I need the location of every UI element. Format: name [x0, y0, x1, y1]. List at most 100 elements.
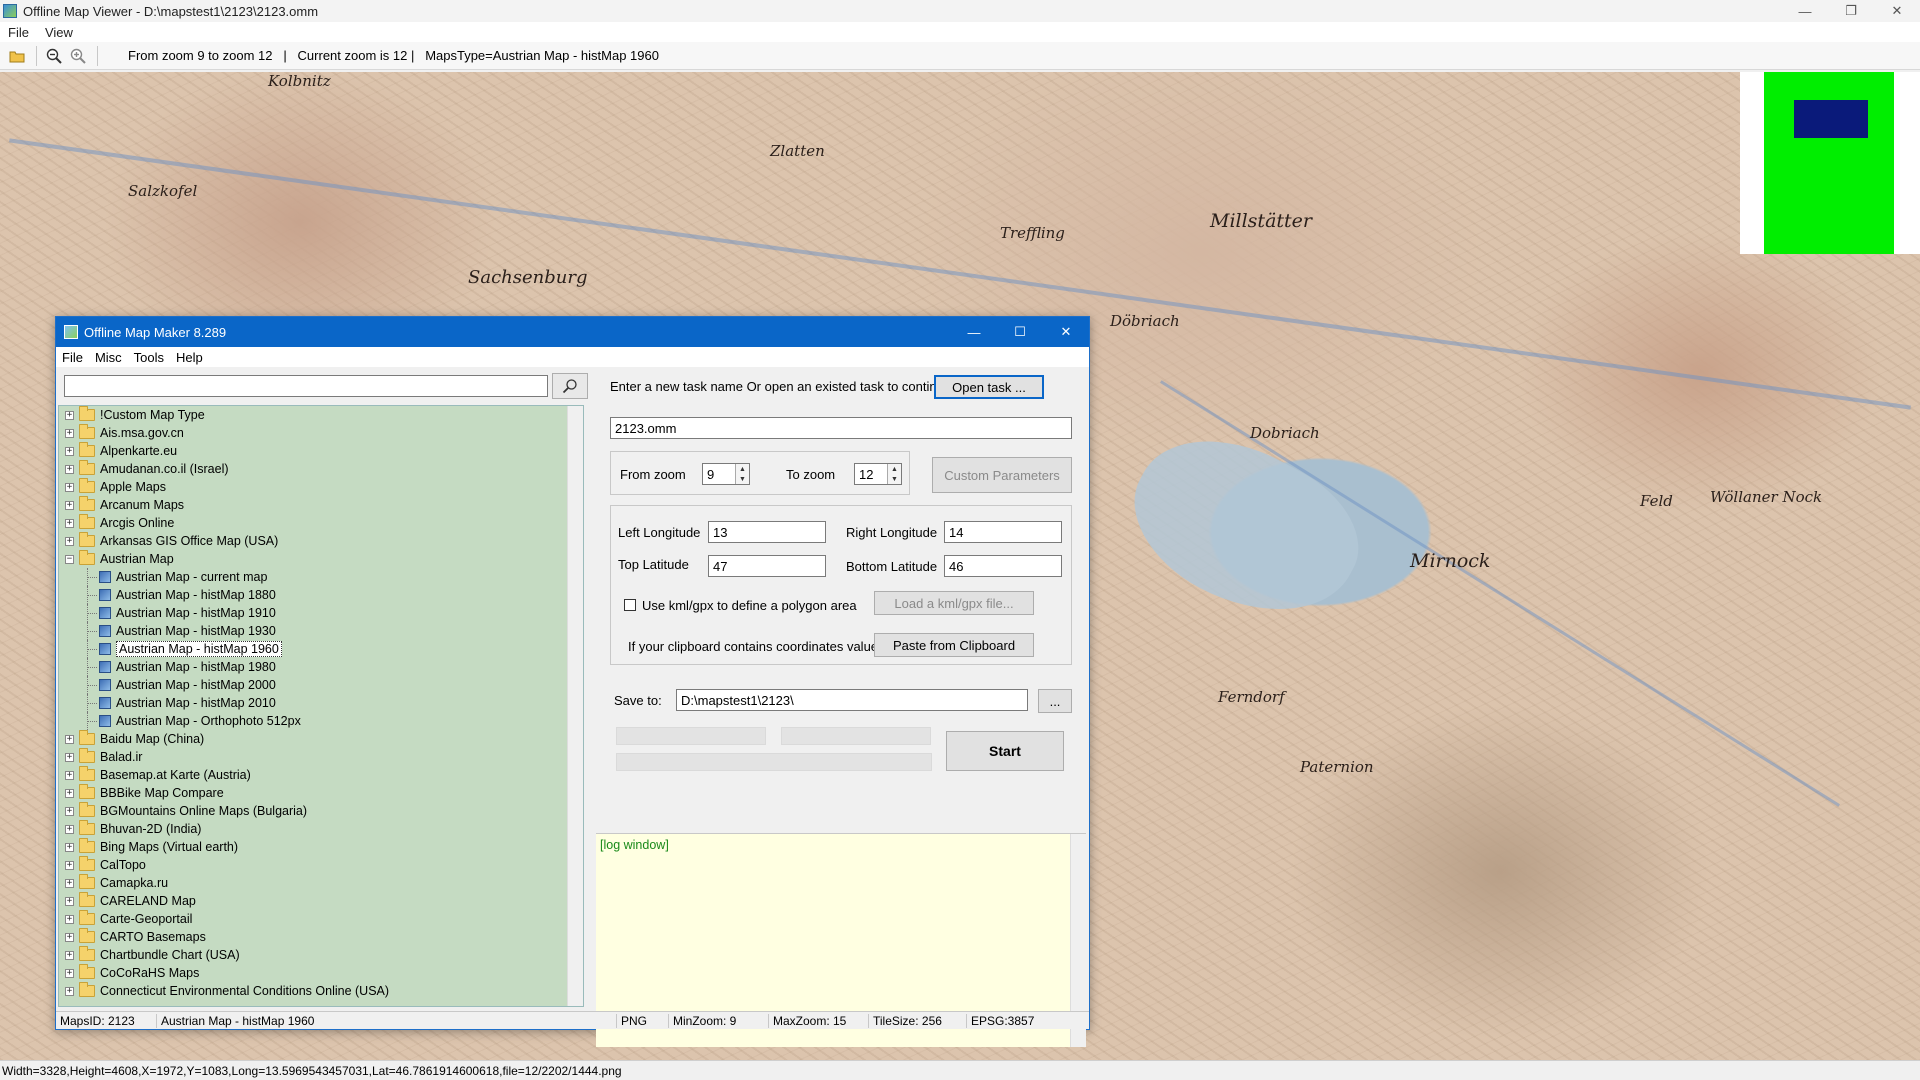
from-zoom-stepper[interactable]: 9 ▲ ▼ — [702, 463, 750, 485]
tree-folder-item[interactable]: + Bing Maps (Virtual earth) — [59, 838, 583, 856]
zoom-out-icon[interactable] — [43, 45, 65, 67]
tree-map-item[interactable]: Austrian Map - current map — [59, 568, 583, 586]
task-name-input[interactable]: 2123.omm — [610, 417, 1072, 439]
tree-folder-item[interactable]: + Arcgis Online — [59, 514, 583, 532]
expand-icon[interactable]: + — [65, 500, 74, 510]
tree-map-item[interactable]: Austrian Map - histMap 2010 — [59, 694, 583, 712]
browse-button[interactable]: ... — [1038, 689, 1072, 713]
menu-file[interactable]: File — [62, 350, 83, 365]
expand-icon[interactable]: + — [65, 986, 74, 996]
tree-scrollbar[interactable] — [567, 406, 583, 1006]
overview-minimap[interactable] — [1740, 72, 1920, 254]
menu-view[interactable]: View — [45, 25, 73, 40]
tree-folder-item[interactable]: + Amudanan.co.il (Israel) — [59, 460, 583, 478]
search-input[interactable] — [64, 375, 548, 397]
expand-icon[interactable]: + — [65, 446, 74, 456]
tree-map-item[interactable]: Austrian Map - histMap 2000 — [59, 676, 583, 694]
expand-icon[interactable]: + — [65, 464, 74, 474]
tree-folder-item[interactable]: + Alpenkarte.eu — [59, 442, 583, 460]
tree-folder-item[interactable]: + Balad.ir — [59, 748, 583, 766]
close-icon[interactable]: ✕ — [1874, 0, 1920, 22]
expand-icon[interactable]: + — [65, 482, 74, 492]
map-type-tree[interactable]: + !Custom Map Type + Ais.msa.gov.cn + Alpenka… — [58, 405, 584, 1007]
menu-help[interactable]: Help — [176, 350, 203, 365]
tree-folder-item[interactable]: + CoCoRaHS Maps — [59, 964, 583, 982]
tree-map-item[interactable]: Austrian Map - histMap 1930 — [59, 622, 583, 640]
start-button[interactable]: Start — [946, 731, 1064, 771]
tree-map-item[interactable]: Austrian Map - histMap 1910 — [59, 604, 583, 622]
maximize-icon[interactable]: ☐ — [997, 317, 1043, 347]
expand-icon[interactable]: + — [65, 968, 74, 978]
tree-map-item[interactable]: Austrian Map - Orthophoto 512px — [59, 712, 583, 730]
menu-file[interactable]: File — [8, 25, 29, 40]
menu-misc[interactable]: Misc — [95, 350, 122, 365]
minimize-icon[interactable]: — — [951, 317, 997, 347]
tree-folder-item[interactable]: − Austrian Map — [59, 550, 583, 568]
save-path-input[interactable]: D:\mapstest1\2123\ — [676, 689, 1028, 711]
tree-folder-item[interactable]: + BGMountains Online Maps (Bulgaria) — [59, 802, 583, 820]
tree-folder-item[interactable]: + Baidu Map (China) — [59, 730, 583, 748]
tree-map-item[interactable]: Austrian Map - histMap 1880 — [59, 586, 583, 604]
expand-icon[interactable]: + — [65, 860, 74, 870]
tree-folder-item[interactable]: + CARTO Basemaps — [59, 928, 583, 946]
overview-viewport[interactable] — [1794, 100, 1868, 138]
expand-icon[interactable]: + — [65, 824, 74, 834]
expand-icon[interactable]: + — [65, 932, 74, 942]
search-button[interactable] — [552, 373, 588, 399]
tree-folder-item[interactable]: + CalTopo — [59, 856, 583, 874]
left-longitude-input[interactable]: 13 — [708, 521, 826, 543]
collapse-icon[interactable]: − — [65, 554, 74, 564]
tree-folder-item[interactable]: + Arkansas GIS Office Map (USA) — [59, 532, 583, 550]
tree-folder-item[interactable]: + Carte-Geoportail — [59, 910, 583, 928]
bottom-latitude-input[interactable]: 46 — [944, 555, 1062, 577]
map-maker-titlebar[interactable]: Offline Map Maker 8.289 — ☐ ✕ — [56, 317, 1089, 347]
tree-folder-item[interactable]: + Apple Maps — [59, 478, 583, 496]
to-zoom-spin[interactable]: ▲ ▼ — [887, 464, 901, 484]
spin-up-icon[interactable]: ▲ — [736, 464, 749, 474]
expand-icon[interactable]: + — [65, 788, 74, 798]
tree-folder-item[interactable]: + CARELAND Map — [59, 892, 583, 910]
tree-folder-item[interactable]: + BBBike Map Compare — [59, 784, 583, 802]
tree-folder-item[interactable]: + !Custom Map Type — [59, 406, 583, 424]
tree-folder-item[interactable]: + Chartbundle Chart (USA) — [59, 946, 583, 964]
load-kml-button[interactable]: Load a kml/gpx file... — [874, 591, 1034, 615]
spin-up-icon[interactable]: ▲ — [888, 464, 901, 474]
menu-tools[interactable]: Tools — [134, 350, 164, 365]
expand-icon[interactable]: + — [65, 878, 74, 888]
expand-icon[interactable]: + — [65, 806, 74, 816]
spin-down-icon[interactable]: ▼ — [736, 474, 749, 484]
tree-folder-item[interactable]: + Camapka.ru — [59, 874, 583, 892]
tree-folder-item[interactable]: + Bhuvan-2D (India) — [59, 820, 583, 838]
right-longitude-input[interactable]: 14 — [944, 521, 1062, 543]
expand-icon[interactable]: + — [65, 428, 74, 438]
tree-folder-item[interactable]: + Ais.msa.gov.cn — [59, 424, 583, 442]
expand-icon[interactable]: + — [65, 896, 74, 906]
tree-map-item[interactable]: Austrian Map - histMap 1960 — [59, 640, 583, 658]
restore-icon[interactable]: ❐ — [1828, 0, 1874, 22]
zoom-in-icon[interactable] — [67, 45, 89, 67]
expand-icon[interactable]: + — [65, 770, 74, 780]
expand-icon[interactable]: + — [65, 536, 74, 546]
tree-map-item[interactable]: Austrian Map - histMap 1980 — [59, 658, 583, 676]
close-icon[interactable]: ✕ — [1043, 317, 1089, 347]
tree-folder-item[interactable]: + Connecticut Environmental Conditions On… — [59, 982, 583, 1000]
minimize-icon[interactable]: — — [1782, 0, 1828, 22]
expand-icon[interactable]: + — [65, 734, 74, 744]
expand-icon[interactable]: + — [65, 914, 74, 924]
tree-folder-item[interactable]: + Arcanum Maps — [59, 496, 583, 514]
tree-folder-item[interactable]: + Basemap.at Karte (Austria) — [59, 766, 583, 784]
expand-icon[interactable]: + — [65, 518, 74, 528]
expand-icon[interactable]: + — [65, 950, 74, 960]
spin-down-icon[interactable]: ▼ — [888, 474, 901, 484]
top-latitude-input[interactable]: 47 — [708, 555, 826, 577]
expand-icon[interactable]: + — [65, 752, 74, 762]
expand-icon[interactable]: + — [65, 842, 74, 852]
to-zoom-stepper[interactable]: 12 ▲ ▼ — [854, 463, 902, 485]
paste-from-clipboard-button[interactable]: Paste from Clipboard — [874, 633, 1034, 657]
kml-polygon-checkbox[interactable] — [624, 599, 636, 611]
custom-parameters-button[interactable]: Custom Parameters — [932, 457, 1072, 493]
from-zoom-spin[interactable]: ▲ ▼ — [735, 464, 749, 484]
expand-icon[interactable]: + — [65, 410, 74, 420]
open-task-button[interactable]: Open task ... — [934, 375, 1044, 399]
open-folder-icon[interactable] — [6, 45, 28, 67]
